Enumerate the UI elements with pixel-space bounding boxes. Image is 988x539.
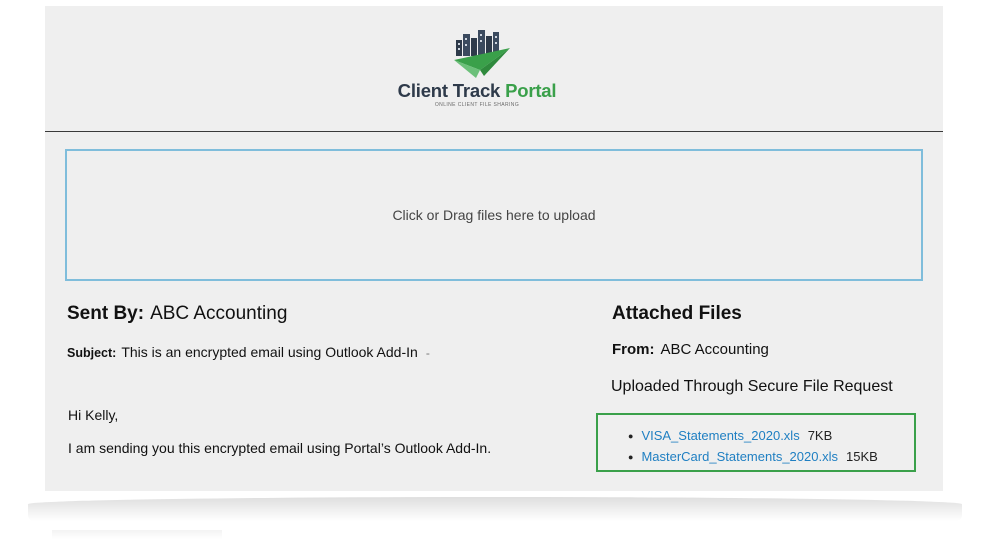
sent-by: Sent By: ABC Accounting [67, 303, 287, 325]
subject-value: This is an encrypted email using Outlook… [121, 344, 418, 360]
attached-files-title: Attached Files [612, 303, 742, 324]
sent-by-value: ABC Accounting [150, 303, 288, 324]
bullet-icon: ● [628, 451, 634, 462]
sent-by-label: Sent By: [67, 303, 145, 324]
brand-tagline: ONLINE CLIENT FILE SHARING [434, 102, 520, 108]
file-upload-dropzone[interactable]: Click or Drag files here to upload [65, 149, 923, 281]
panel-shadow-secondary [52, 530, 222, 539]
file-size: 7KB [807, 428, 833, 443]
file-size: 15KB [845, 449, 878, 464]
subject-tail: - [425, 346, 430, 360]
list-item: ● MasterCard_Statements_2020.xls 15KB [628, 446, 914, 467]
bullet-icon: ● [628, 430, 634, 441]
message-greeting: Hi Kelly, [68, 407, 119, 423]
upload-prompt: Click or Drag files here to upload [392, 207, 596, 223]
subject-line: Subject: This is an encrypted email using… [67, 344, 430, 360]
from-value: ABC Accounting [660, 341, 769, 358]
attached-files-list: ● VISA_Statements_2020.xls 7KB ● MasterC… [596, 413, 916, 472]
city-paper-plane-logo-icon [454, 30, 510, 78]
upload-source: Uploaded Through Secure File Request [611, 378, 893, 395]
file-link-visa[interactable]: VISA_Statements_2020.xls [641, 428, 799, 443]
from-label: From: [612, 341, 655, 358]
list-item: ● VISA_Statements_2020.xls 7KB [628, 425, 914, 446]
portal-header: Client Track Portal ONLINE CLIENT FILE S… [45, 6, 943, 132]
email-panel: Client Track Portal ONLINE CLIENT FILE S… [45, 6, 943, 491]
message-body: I am sending you this encrypted email us… [68, 440, 492, 456]
brand-name: Client Track Portal [397, 80, 557, 101]
panel-shadow [28, 497, 962, 521]
attachments-from: From: ABC Accounting [612, 341, 769, 358]
subject-label: Subject: [67, 346, 117, 360]
file-link-mastercard[interactable]: MasterCard_Statements_2020.xls [641, 449, 838, 464]
